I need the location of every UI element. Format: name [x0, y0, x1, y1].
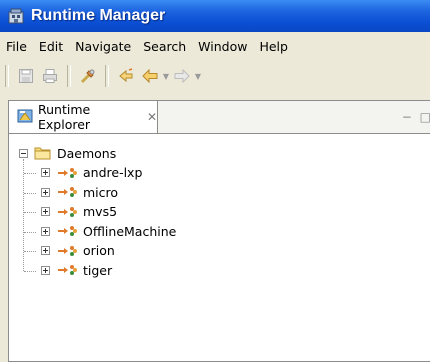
- expand-icon[interactable]: [41, 207, 50, 216]
- tab-runtime-explorer[interactable]: Runtime Explorer ✕: [9, 101, 158, 133]
- menu-search[interactable]: Search: [137, 39, 192, 54]
- close-icon[interactable]: ✕: [147, 110, 157, 124]
- daemon-icon: [57, 205, 79, 219]
- tree-item-label: mvs5: [83, 204, 118, 220]
- menu-edit[interactable]: Edit: [33, 39, 69, 54]
- expand-icon[interactable]: [41, 265, 50, 275]
- tree-item-label: andre-lxp: [83, 165, 143, 181]
- forward-icon[interactable]: [172, 66, 192, 86]
- toolbar: ▼ ▼: [0, 60, 430, 92]
- menu-help[interactable]: Help: [253, 39, 294, 54]
- window-title: Runtime Manager: [31, 7, 166, 24]
- tree-item-label: orion: [83, 243, 115, 259]
- tree-root[interactable]: Daemons: [19, 143, 176, 163]
- tree-children: andre-lxp micro mvs5 OfflineMachine orio…: [19, 159, 176, 281]
- tree-item-mvs5[interactable]: mvs5: [19, 202, 176, 222]
- runtime-explorer-view: Runtime Explorer ✕ − □ Daemons andre-lxp: [8, 100, 430, 362]
- tree-branch-line: [24, 270, 36, 272]
- toolbar-separator: [5, 65, 9, 87]
- refresh-icon[interactable]: [116, 66, 136, 86]
- print-icon[interactable]: [40, 66, 60, 86]
- back-icon[interactable]: [140, 66, 160, 86]
- menu-bar: File Edit Navigate Search Window Help: [0, 34, 430, 58]
- forward-dropdown-icon[interactable]: ▼: [194, 66, 202, 86]
- daemon-tree: Daemons andre-lxp micro mvs5 OfflineMach…: [19, 143, 176, 280]
- connect-icon[interactable]: [78, 66, 98, 86]
- tree-item-tiger[interactable]: tiger: [19, 261, 176, 281]
- save-icon[interactable]: [16, 66, 36, 86]
- runtime-explorer-icon: [17, 108, 33, 127]
- tree-branch-line: [24, 173, 36, 174]
- tree-root-label: Daemons: [57, 145, 117, 161]
- expand-icon[interactable]: [41, 187, 50, 197]
- tree-branch-line: [24, 192, 36, 194]
- tree-item-label: OfflineMachine: [83, 223, 177, 239]
- menu-file[interactable]: File: [0, 39, 33, 54]
- tree-branch-line: [24, 212, 36, 213]
- back-dropdown-icon[interactable]: ▼: [162, 66, 170, 86]
- expand-icon[interactable]: [41, 168, 50, 177]
- expand-icon[interactable]: [41, 246, 50, 255]
- tree-item-orion[interactable]: orion: [19, 241, 176, 261]
- tree-item-andre-lxp[interactable]: andre-lxp: [19, 163, 176, 183]
- tree-item-label: micro: [83, 184, 119, 200]
- tree-branch-line: [24, 251, 36, 252]
- window-title-bar: Runtime Manager: [0, 0, 430, 32]
- runtime-manager-icon: [7, 7, 25, 25]
- toolbar-separator: [67, 65, 71, 87]
- collapse-icon[interactable]: [19, 148, 28, 158]
- daemon-icon: [57, 224, 79, 238]
- folder-icon: [34, 146, 52, 160]
- daemon-icon: [57, 244, 79, 258]
- tree-item-micro[interactable]: micro: [19, 183, 176, 203]
- menu-navigate[interactable]: Navigate: [69, 39, 137, 54]
- view-tab-row: Runtime Explorer ✕ − □: [9, 101, 430, 134]
- toolbar-separator: [105, 65, 109, 87]
- tree-item-label: tiger: [83, 262, 113, 278]
- expand-icon[interactable]: [41, 226, 50, 236]
- daemon-icon: [57, 185, 79, 199]
- daemon-icon: [57, 263, 79, 277]
- daemon-icon: [57, 166, 79, 180]
- tree-branch-line: [24, 231, 36, 233]
- tree-item-offlinemachine[interactable]: OfflineMachine: [19, 222, 176, 242]
- menu-window[interactable]: Window: [192, 39, 253, 54]
- view-window-controls[interactable]: − □: [402, 110, 430, 124]
- tab-label: Runtime Explorer: [38, 102, 91, 132]
